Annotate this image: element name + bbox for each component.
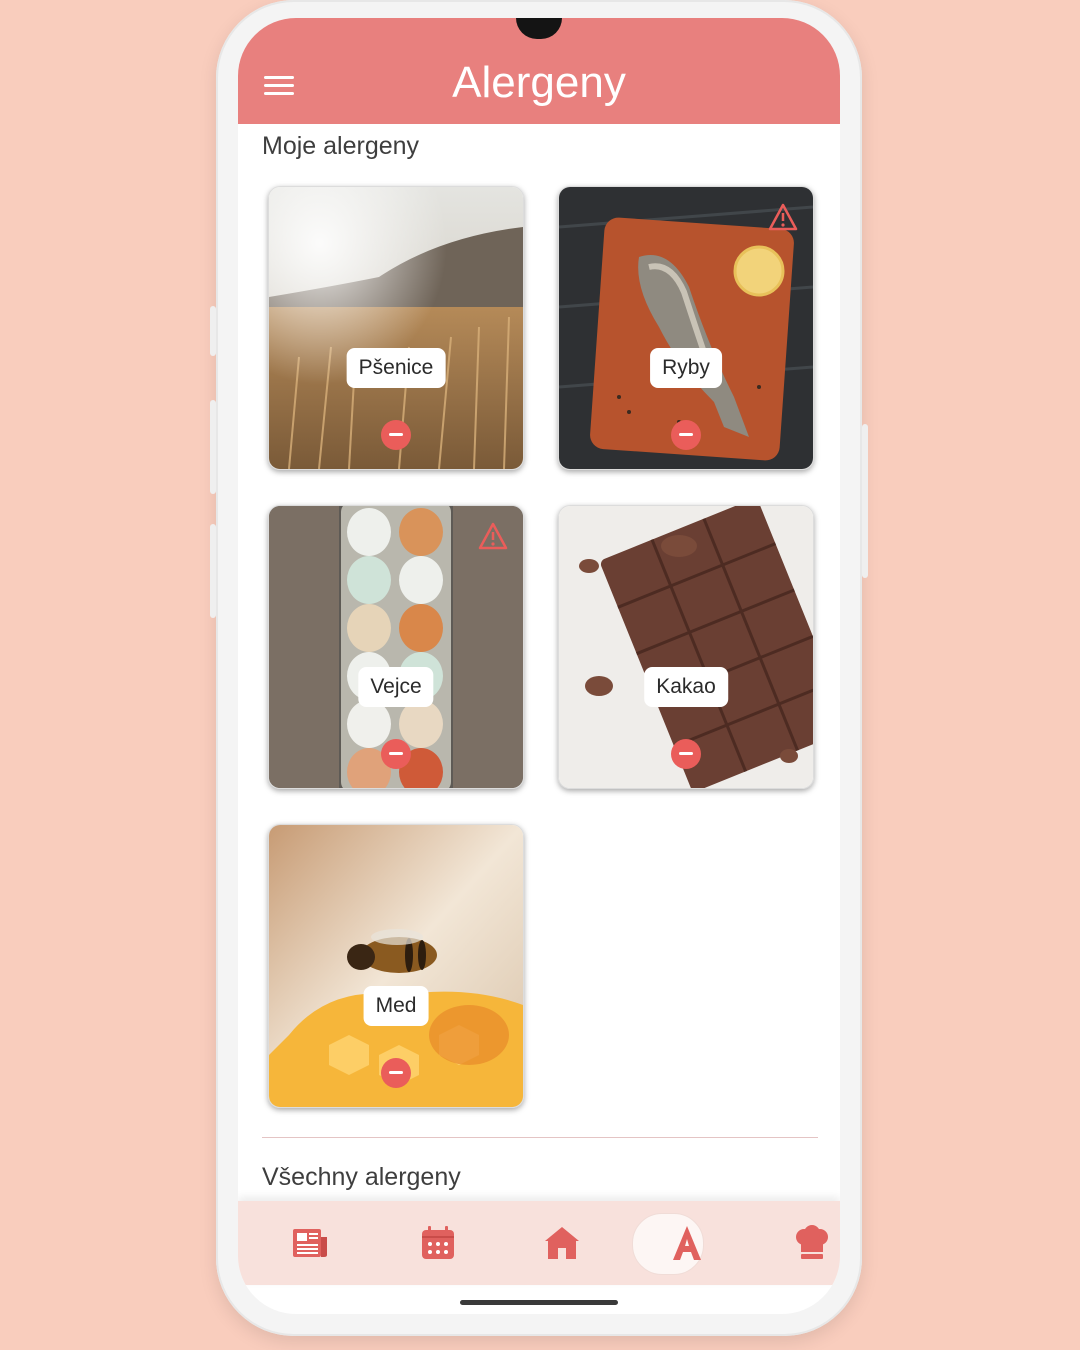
page-title: Alergeny [452, 58, 626, 107]
allergen-label: Med [363, 986, 429, 1026]
section-title-all-allergens: Všechny alergeny [262, 1163, 461, 1191]
remove-icon[interactable] [671, 739, 701, 769]
section-title-my-allergens: Moje alergeny [262, 132, 420, 160]
section-divider [262, 1137, 818, 1138]
remove-icon[interactable] [671, 420, 701, 450]
newspaper-icon [293, 1229, 327, 1257]
nav-item-allergens[interactable] [627, 1201, 747, 1285]
allergen-a-icon [673, 1226, 701, 1260]
remove-icon[interactable] [381, 420, 411, 450]
bottom-navigation [238, 1201, 840, 1285]
calendar-icon [422, 1226, 454, 1259]
nav-item-recipes[interactable] [752, 1201, 840, 1285]
chef-hat-icon [796, 1225, 828, 1259]
allergen-card-fish[interactable]: Ryby [558, 186, 814, 470]
remove-icon[interactable] [381, 1058, 411, 1088]
allergen-label: Ryby [650, 348, 722, 388]
remove-icon[interactable] [381, 739, 411, 769]
side-button-power [862, 424, 868, 578]
nav-item-calendar[interactable] [378, 1201, 498, 1285]
phone-frame: Alergeny Moje alergeny Pšenice Ryby Vejc… [210, 0, 868, 1336]
allergen-card-eggs[interactable]: Vejce [268, 505, 524, 789]
warning-icon [478, 522, 508, 550]
allergen-label: Pšenice [346, 348, 446, 388]
allergen-card-wheat[interactable]: Pšenice [268, 186, 524, 470]
allergen-card-honey[interactable]: Med [268, 824, 524, 1108]
side-button-volume-up [210, 400, 216, 494]
side-button-mute [210, 306, 216, 356]
allergen-card-cocoa[interactable]: Kakao [558, 505, 814, 789]
allergen-label: Kakao [644, 667, 728, 707]
app-screen: Alergeny Moje alergeny Pšenice Ryby Vejc… [238, 18, 840, 1314]
home-indicator[interactable] [460, 1300, 618, 1305]
allergen-label: Vejce [358, 667, 434, 707]
home-icon [545, 1227, 579, 1259]
nav-item-news[interactable] [250, 1201, 370, 1285]
warning-icon [768, 203, 798, 231]
nav-item-home[interactable] [502, 1201, 622, 1285]
side-button-volume-down [210, 524, 216, 618]
